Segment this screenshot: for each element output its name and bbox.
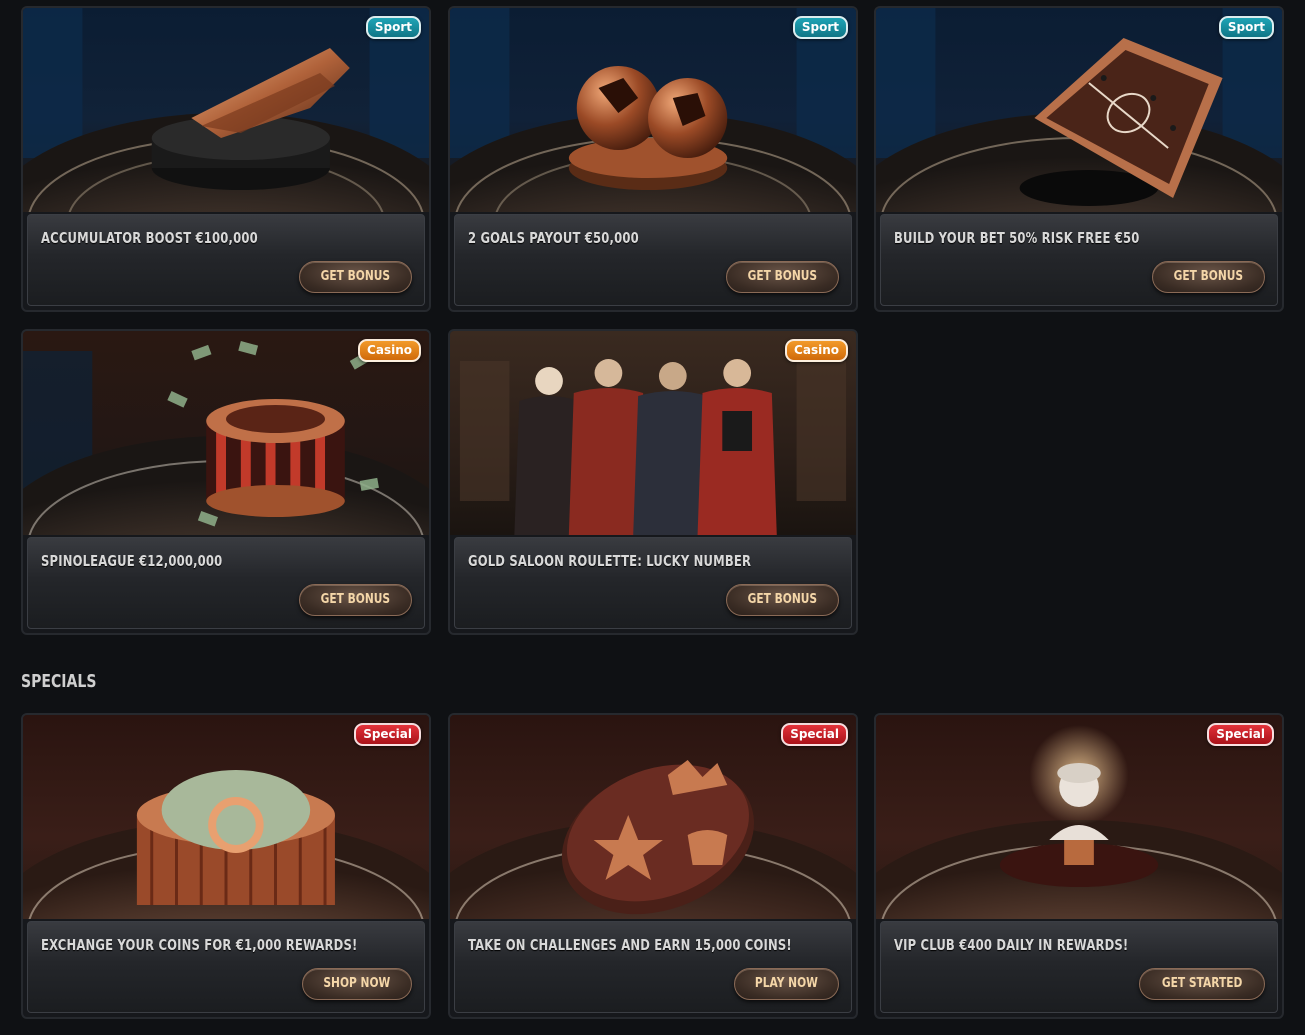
special-title: VIP CLUB €400 DAILY IN REWARDS! <box>894 936 1129 954</box>
get-bonus-button[interactable]: GET BONUS <box>299 584 412 616</box>
button-label: PLAY NOW <box>755 976 819 991</box>
special-title: TAKE ON CHALLENGES AND EARN 15,000 COINS… <box>468 936 792 954</box>
shop-now-button[interactable]: SHOP NOW <box>302 968 412 1000</box>
casino-badge: Casino <box>358 339 421 362</box>
promo-title: ACCUMULATOR BOOST €100,000 <box>41 229 258 247</box>
card-body: VIP CLUB €400 DAILY IN REWARDS! GET STAR… <box>880 921 1278 1013</box>
card-body: SPINOLEAGUE €12,000,000 GET BONUS <box>27 537 425 629</box>
promo-title: SPINOLEAGUE €12,000,000 <box>41 552 223 570</box>
promo-card-spinoleague[interactable]: Casino SPINOLEAGUE €12,000,000 GET BONUS <box>21 329 431 635</box>
sport-badge: Sport <box>792 16 848 39</box>
golden-football-boot-image <box>23 8 429 212</box>
button-label: GET BONUS <box>320 592 391 607</box>
sport-badge: Sport <box>365 16 421 39</box>
copper-footballs-image <box>450 8 856 212</box>
card-body: BUILD YOUR BET 50% RISK FREE €50 GET BON… <box>880 214 1278 306</box>
card-body: EXCHANGE YOUR COINS FOR €1,000 REWARDS! … <box>27 921 425 1013</box>
card-body: 2 GOALS PAYOUT €50,000 GET BONUS <box>454 214 852 306</box>
play-now-button[interactable]: PLAY NOW <box>734 968 839 1000</box>
promo-card-gold-saloon-roulette[interactable]: Casino GOLD SALOON ROULETTE: LUCKY NUMBE… <box>448 329 858 635</box>
get-bonus-button[interactable]: GET BONUS <box>726 584 839 616</box>
special-title: EXCHANGE YOUR COINS FOR €1,000 REWARDS! <box>41 936 358 954</box>
promo-card-2-goals-payout[interactable]: Sport 2 GOALS PAYOUT €50,000 GET BONUS <box>448 6 858 312</box>
special-card-vip-club[interactable]: Special VIP CLUB €400 DAILY IN REWARDS! … <box>874 713 1284 1019</box>
special-badge: Special <box>354 723 421 746</box>
promo-title: BUILD YOUR BET 50% RISK FREE €50 <box>894 229 1140 247</box>
card-body: GOLD SALOON ROULETTE: LUCKY NUMBER GET B… <box>454 537 852 629</box>
button-label: GET BONUS <box>747 592 818 607</box>
casino-badge: Casino <box>785 339 848 362</box>
special-badge: Special <box>781 723 848 746</box>
promo-title: 2 GOALS PAYOUT €50,000 <box>468 229 639 247</box>
card-body: TAKE ON CHALLENGES AND EARN 15,000 COINS… <box>454 921 852 1013</box>
button-label: GET BONUS <box>320 269 391 284</box>
special-card-exchange-coins[interactable]: Special EXCHANGE YOUR COINS FOR €1,000 R… <box>21 713 431 1019</box>
get-bonus-button[interactable]: GET BONUS <box>726 261 839 293</box>
get-bonus-button[interactable]: GET BONUS <box>299 261 412 293</box>
button-label: GET BONUS <box>747 269 818 284</box>
specials-heading: SPECIALS <box>21 671 97 692</box>
sport-badge: Sport <box>1218 16 1274 39</box>
tactics-board-image <box>876 8 1282 212</box>
promo-title: GOLD SALOON ROULETTE: LUCKY NUMBER <box>468 552 752 570</box>
card-body: ACCUMULATOR BOOST €100,000 GET BONUS <box>27 214 425 306</box>
get-bonus-button[interactable]: GET BONUS <box>1152 261 1265 293</box>
promo-card-build-your-bet[interactable]: Sport BUILD YOUR BET 50% RISK FREE €50 G… <box>874 6 1284 312</box>
special-badge: Special <box>1207 723 1274 746</box>
get-started-button[interactable]: GET STARTED <box>1138 968 1265 1000</box>
button-label: GET BONUS <box>1173 269 1244 284</box>
button-label: GET STARTED <box>1161 976 1243 991</box>
promo-card-accumulator-boost[interactable]: Sport ACCUMULATOR BOOST €100,000 GET BON… <box>21 6 431 312</box>
special-card-challenges[interactable]: Special TAKE ON CHALLENGES AND EARN 15,0… <box>448 713 858 1019</box>
button-label: SHOP NOW <box>323 976 391 991</box>
